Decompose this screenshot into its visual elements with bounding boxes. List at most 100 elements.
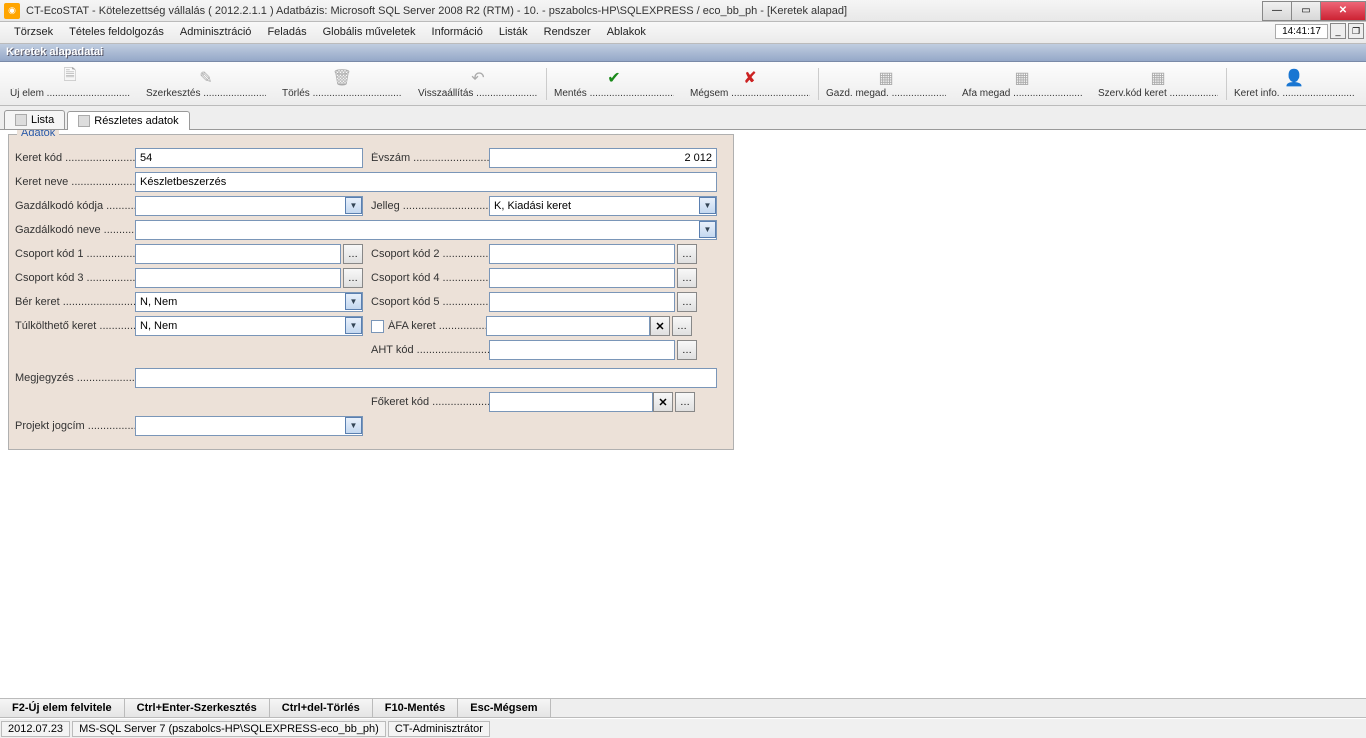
undo-button[interactable]: ↶Visszaállítás	[410, 64, 546, 104]
szerv-button[interactable]: ▦Szerv.kód keret	[1090, 64, 1226, 104]
status-user: CT-Adminisztrátor	[388, 721, 490, 737]
edit-icon: ✎	[197, 69, 215, 87]
mdi-restore-button[interactable]: ❐	[1348, 23, 1364, 39]
window-title: CT-EcoSTAT - Kötelezettség vállalás ( 20…	[24, 5, 1263, 17]
fokeret-input[interactable]	[489, 392, 653, 412]
label-gazdkod: Gazdálkodó kódja	[15, 200, 135, 212]
chevron-down-icon[interactable]: ▼	[345, 197, 362, 214]
panel-title: Keretek alapadatai	[0, 44, 1366, 62]
fn-esc[interactable]: Esc-Mégsem	[458, 699, 550, 717]
status-bar: 2012.07.23 MS-SQL Server 7 (pszabolcs-HP…	[0, 718, 1366, 738]
fn-f10[interactable]: F10-Mentés	[373, 699, 459, 717]
fokeret-lookup-button[interactable]: …	[675, 392, 695, 412]
mdi-minimize-button[interactable]: _	[1330, 23, 1346, 39]
fokeret-clear-button[interactable]: ✕	[653, 392, 673, 412]
cs4-input[interactable]	[489, 268, 675, 288]
tab-bar: Lista Részletes adatok	[0, 106, 1366, 130]
krono-button[interactable]: 🕓Kronológia	[1362, 64, 1366, 104]
afak-clear-button[interactable]: ✕	[650, 316, 670, 336]
keretinfo-button[interactable]: 👤Keret info.	[1226, 64, 1362, 104]
chevron-down-icon[interactable]: ▼	[345, 317, 362, 334]
cs2-lookup-button[interactable]: …	[677, 244, 697, 264]
groupbox-legend: Adatok	[17, 130, 59, 139]
label-cs4: Csoport kód 4	[371, 272, 489, 284]
label-evszam: Évszám	[371, 152, 489, 164]
menu-rendszer[interactable]: Rendszer	[536, 22, 599, 43]
save-button[interactable]: ✔Mentés	[546, 64, 682, 104]
cs5-lookup-button[interactable]: …	[677, 292, 697, 312]
gazd-button[interactable]: ▦Gazd. megad.	[818, 64, 954, 104]
toolbar: 🗎Új elem ✎Szerkesztés 🗑Törlés ↶Visszaáll…	[0, 62, 1366, 106]
edit-button[interactable]: ✎Szerkesztés	[138, 64, 274, 104]
label-fokeret: Főkeret kód	[371, 396, 489, 408]
evszam-input[interactable]	[489, 148, 717, 168]
tab-lista[interactable]: Lista	[4, 110, 65, 129]
close-button[interactable]: ✕	[1320, 1, 1366, 21]
label-jelleg: Jelleg	[371, 200, 489, 212]
afak-input[interactable]	[486, 316, 650, 336]
jelleg-combo[interactable]: ▼	[489, 196, 717, 216]
new-button[interactable]: 🗎Új elem	[2, 64, 138, 104]
label-gazdneve: Gazdálkodó neve	[15, 224, 135, 236]
fn-f2[interactable]: F2-Új elem felvitele	[0, 699, 125, 717]
label-keretneve: Keret neve	[15, 176, 135, 188]
projekt-combo[interactable]: ▼	[135, 416, 363, 436]
aht-lookup-button[interactable]: …	[677, 340, 697, 360]
afak-lookup-button[interactable]: …	[672, 316, 692, 336]
label-cs5: Csoport kód 5	[371, 296, 489, 308]
menu-admin[interactable]: Adminisztráció	[172, 22, 260, 43]
cs1-input[interactable]	[135, 244, 341, 264]
page-icon	[78, 115, 90, 127]
label-cs2: Csoport kód 2	[371, 248, 489, 260]
fn-ctrl-del[interactable]: Ctrl+del-Törlés	[270, 699, 373, 717]
chevron-down-icon[interactable]: ▼	[699, 197, 716, 214]
menu-torzsek[interactable]: Törzsek	[6, 22, 61, 43]
megj-input[interactable]	[135, 368, 717, 388]
menu-feladas[interactable]: Feladás	[259, 22, 314, 43]
aht-input[interactable]	[489, 340, 675, 360]
cs3-lookup-button[interactable]: …	[343, 268, 363, 288]
window-titlebar: ◉ CT-EcoSTAT - Kötelezettség vállalás ( …	[0, 0, 1366, 22]
chevron-down-icon[interactable]: ▼	[345, 417, 362, 434]
label-ber: Bér keret	[15, 296, 135, 308]
label-projekt: Projekt jogcím	[15, 420, 135, 432]
cancel-button[interactable]: ✘Mégsem	[682, 64, 818, 104]
cs4-lookup-button[interactable]: …	[677, 268, 697, 288]
label-tul: Túlkölthető keret	[15, 320, 135, 332]
cs2-input[interactable]	[489, 244, 675, 264]
maximize-button[interactable]: ▭	[1291, 1, 1321, 21]
status-server: MS-SQL Server 7 (pszabolcs-HP\SQLEXPRESS…	[72, 721, 386, 737]
gazdkod-combo[interactable]: ▼	[135, 196, 363, 216]
label-megj: Megjegyzés	[15, 372, 135, 384]
fn-ctrl-enter[interactable]: Ctrl+Enter-Szerkesztés	[125, 699, 270, 717]
tab-reszletes[interactable]: Részletes adatok	[67, 111, 189, 130]
menu-ablakok[interactable]: Ablakok	[599, 22, 654, 43]
gazdneve-combo[interactable]: ▼	[135, 220, 717, 240]
menu-globalis[interactable]: Globális műveletek	[315, 22, 424, 43]
chevron-down-icon[interactable]: ▼	[699, 221, 716, 238]
afa-button[interactable]: ▦Áfa megad	[954, 64, 1090, 104]
delete-button[interactable]: 🗑Törlés	[274, 64, 410, 104]
tul-combo[interactable]: ▼	[135, 316, 363, 336]
content-area: Adatok Keret kód Évszám Keret neve Gazdá…	[0, 130, 1366, 698]
keretkod-input[interactable]	[135, 148, 363, 168]
menu-listak[interactable]: Listák	[491, 22, 536, 43]
menu-info[interactable]: Információ	[424, 22, 491, 43]
chevron-down-icon[interactable]: ▼	[345, 293, 362, 310]
label-cs3: Csoport kód 3	[15, 272, 135, 284]
new-icon: 🗎	[61, 69, 79, 87]
grid-icon	[15, 114, 27, 126]
menubar: Törzsek Tételes feldolgozás Adminisztrác…	[0, 22, 1366, 44]
grid-icon: ▦	[1149, 69, 1167, 87]
function-bar: F2-Új elem felvitele Ctrl+Enter-Szerkesz…	[0, 698, 1366, 718]
cs5-input[interactable]	[489, 292, 675, 312]
cs3-input[interactable]	[135, 268, 341, 288]
app-icon: ◉	[4, 3, 20, 19]
minimize-button[interactable]: —	[1262, 1, 1292, 21]
keretneve-input[interactable]	[135, 172, 717, 192]
ber-combo[interactable]: ▼	[135, 292, 363, 312]
afa-checkbox[interactable]	[371, 320, 384, 333]
label-cs1: Csoport kód 1	[15, 248, 135, 260]
menu-teteles[interactable]: Tételes feldolgozás	[61, 22, 172, 43]
cs1-lookup-button[interactable]: …	[343, 244, 363, 264]
